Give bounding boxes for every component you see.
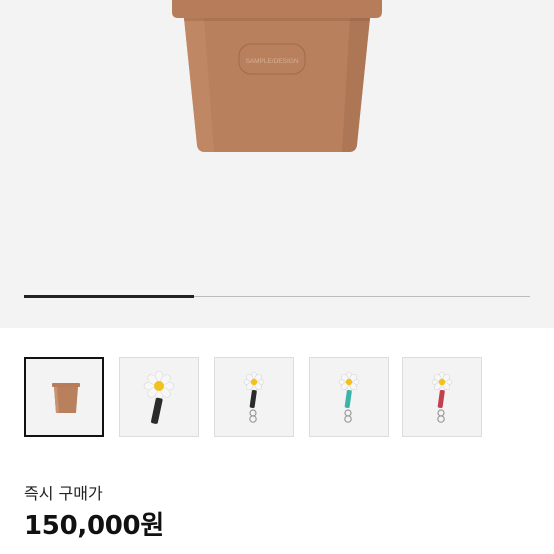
daisy-keyring-icon [338, 371, 360, 423]
daisy-lightstick-icon [143, 370, 175, 424]
thumb-flower-pot[interactable] [24, 357, 104, 437]
gallery-progress-fill [24, 295, 194, 298]
flower-pot-icon [52, 383, 80, 413]
thumbnail-strip [24, 357, 530, 439]
price-label: 즉시 구매가 [24, 484, 103, 503]
thumb-keyring-mint[interactable] [309, 357, 389, 437]
price-value: 150,000원 [24, 511, 164, 541]
thumb-keyring-black[interactable] [214, 357, 294, 437]
daisy-keyring-icon [243, 371, 265, 423]
flower-pot-image: SAMPLE/DESIGN [172, 0, 382, 152]
daisy-keyring-icon [431, 371, 453, 423]
gallery-progress-bar [24, 295, 530, 298]
product-image-hero[interactable]: SAMPLE/DESIGN [0, 0, 554, 328]
pot-brand-text: SAMPLE/DESIGN [245, 58, 298, 65]
thumb-lightstick-black[interactable] [119, 357, 199, 437]
thumb-keyring-red[interactable] [402, 357, 482, 437]
